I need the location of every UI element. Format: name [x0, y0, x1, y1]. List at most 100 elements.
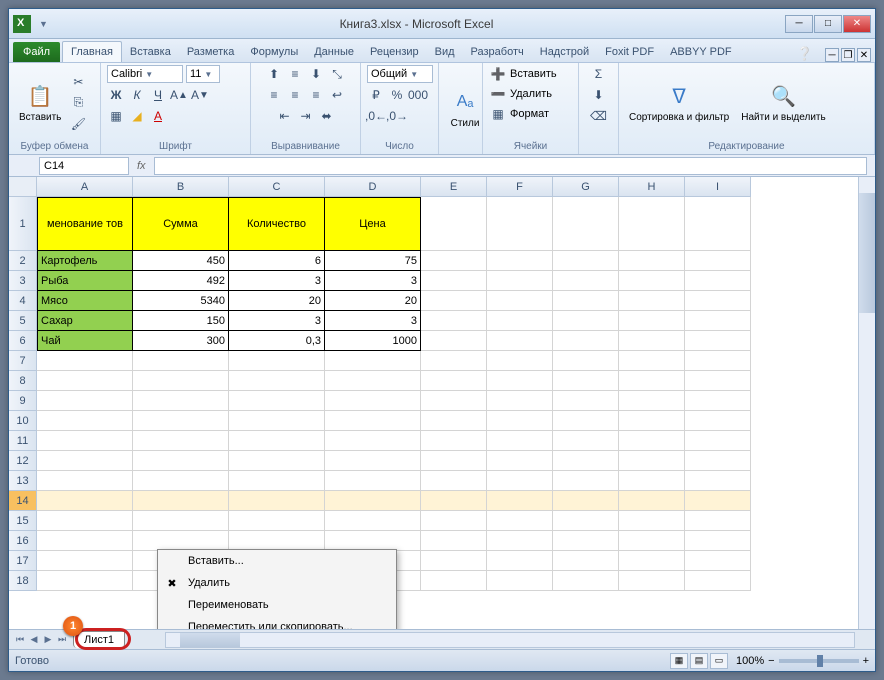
cell[interactable]	[421, 451, 487, 471]
cell[interactable]	[133, 451, 229, 471]
cell[interactable]	[325, 411, 421, 431]
sort-filter-button[interactable]: ᐁ Сортировка и фильтр	[625, 80, 733, 125]
cell[interactable]	[487, 371, 553, 391]
delete-cells-button[interactable]: ➖Удалить	[489, 85, 572, 103]
cell[interactable]	[37, 391, 133, 411]
cell[interactable]	[133, 511, 229, 531]
cell[interactable]	[487, 291, 553, 311]
cell[interactable]	[619, 251, 685, 271]
cell[interactable]	[487, 251, 553, 271]
sheet-tab-1[interactable]: Лист1	[73, 631, 125, 648]
cell[interactable]	[487, 411, 553, 431]
cell[interactable]: Картофель	[37, 251, 133, 271]
cell[interactable]	[229, 511, 325, 531]
cell[interactable]	[229, 451, 325, 471]
view-page-break-button[interactable]: ▭	[710, 653, 728, 669]
row-header-15[interactable]: 15	[9, 511, 37, 531]
select-all-corner[interactable]	[9, 177, 37, 197]
cell[interactable]	[421, 531, 487, 551]
cut-icon[interactable]: ✂	[69, 73, 87, 91]
copy-icon[interactable]: ⎘	[69, 94, 87, 112]
cell[interactable]	[619, 197, 685, 251]
cell[interactable]	[685, 271, 751, 291]
cell[interactable]	[229, 391, 325, 411]
cell[interactable]	[487, 197, 553, 251]
cell[interactable]	[553, 271, 619, 291]
cell[interactable]	[133, 471, 229, 491]
cell[interactable]	[619, 311, 685, 331]
tab-data[interactable]: Данные	[306, 42, 362, 62]
cell[interactable]	[553, 551, 619, 571]
decrease-decimal-button[interactable]: ,0→	[388, 107, 406, 125]
underline-button[interactable]: Ч	[149, 86, 167, 104]
cell[interactable]	[619, 511, 685, 531]
cell[interactable]	[685, 551, 751, 571]
cell[interactable]	[619, 531, 685, 551]
cell[interactable]	[421, 197, 487, 251]
cell[interactable]	[37, 551, 133, 571]
cell[interactable]: Сахар	[37, 311, 133, 331]
cell[interactable]	[553, 471, 619, 491]
format-painter-icon[interactable]: 🖌	[69, 115, 87, 133]
cell[interactable]	[37, 471, 133, 491]
tab-abbyy[interactable]: ABBYY PDF	[662, 42, 740, 62]
cell[interactable]: 5340	[133, 291, 229, 311]
cell[interactable]	[685, 291, 751, 311]
cell[interactable]	[133, 431, 229, 451]
border-button[interactable]: ▦	[107, 107, 125, 125]
increase-decimal-button[interactable]: ,0←	[367, 107, 385, 125]
cell[interactable]	[229, 351, 325, 371]
align-center-button[interactable]: ≡	[286, 86, 304, 104]
row-header-18[interactable]: 18	[9, 571, 37, 591]
row-header-17[interactable]: 17	[9, 551, 37, 571]
qat-chevron-icon[interactable]: ▼	[39, 19, 48, 29]
cell[interactable]	[325, 511, 421, 531]
context-menu-item[interactable]: Вставить...	[158, 550, 396, 572]
font-name-combo[interactable]: Calibri▼	[107, 65, 183, 83]
cell[interactable]	[421, 411, 487, 431]
cell[interactable]	[421, 371, 487, 391]
row-header-7[interactable]: 7	[9, 351, 37, 371]
cell[interactable]	[229, 431, 325, 451]
percent-button[interactable]: %	[388, 86, 406, 104]
zoom-level[interactable]: 100%	[736, 655, 764, 667]
cell[interactable]	[553, 491, 619, 511]
formula-input[interactable]	[154, 157, 867, 175]
cell[interactable]	[553, 391, 619, 411]
row-header-16[interactable]: 16	[9, 531, 37, 551]
tab-review[interactable]: Рецензир	[362, 42, 427, 62]
cell[interactable]	[619, 391, 685, 411]
cell[interactable]	[325, 491, 421, 511]
align-middle-button[interactable]: ≡	[286, 65, 304, 83]
cell[interactable]: 3	[229, 271, 325, 291]
cell[interactable]: Мясо	[37, 291, 133, 311]
cell[interactable]	[685, 197, 751, 251]
cell[interactable]	[37, 351, 133, 371]
cell[interactable]	[421, 571, 487, 591]
cell[interactable]	[619, 551, 685, 571]
column-header-D[interactable]: D	[325, 177, 421, 197]
cell[interactable]	[685, 371, 751, 391]
cell[interactable]	[619, 291, 685, 311]
increase-font-button[interactable]: A▲	[170, 86, 188, 104]
cell[interactable]	[229, 531, 325, 551]
cell[interactable]: Рыба	[37, 271, 133, 291]
cell[interactable]	[421, 431, 487, 451]
cell[interactable]	[553, 351, 619, 371]
cell[interactable]	[421, 511, 487, 531]
cell[interactable]	[553, 311, 619, 331]
cell[interactable]	[421, 271, 487, 291]
tab-foxit[interactable]: Foxit PDF	[597, 42, 662, 62]
row-header-5[interactable]: 5	[9, 311, 37, 331]
cell[interactable]	[685, 351, 751, 371]
cell[interactable]	[487, 491, 553, 511]
fill-color-button[interactable]: ◢	[128, 107, 146, 125]
column-header-F[interactable]: F	[487, 177, 553, 197]
cell[interactable]	[685, 311, 751, 331]
cell[interactable]	[421, 251, 487, 271]
cell[interactable]	[685, 431, 751, 451]
row-header-8[interactable]: 8	[9, 371, 37, 391]
tab-home[interactable]: Главная	[62, 41, 122, 62]
column-header-B[interactable]: B	[133, 177, 229, 197]
zoom-out-button[interactable]: −	[768, 655, 774, 667]
